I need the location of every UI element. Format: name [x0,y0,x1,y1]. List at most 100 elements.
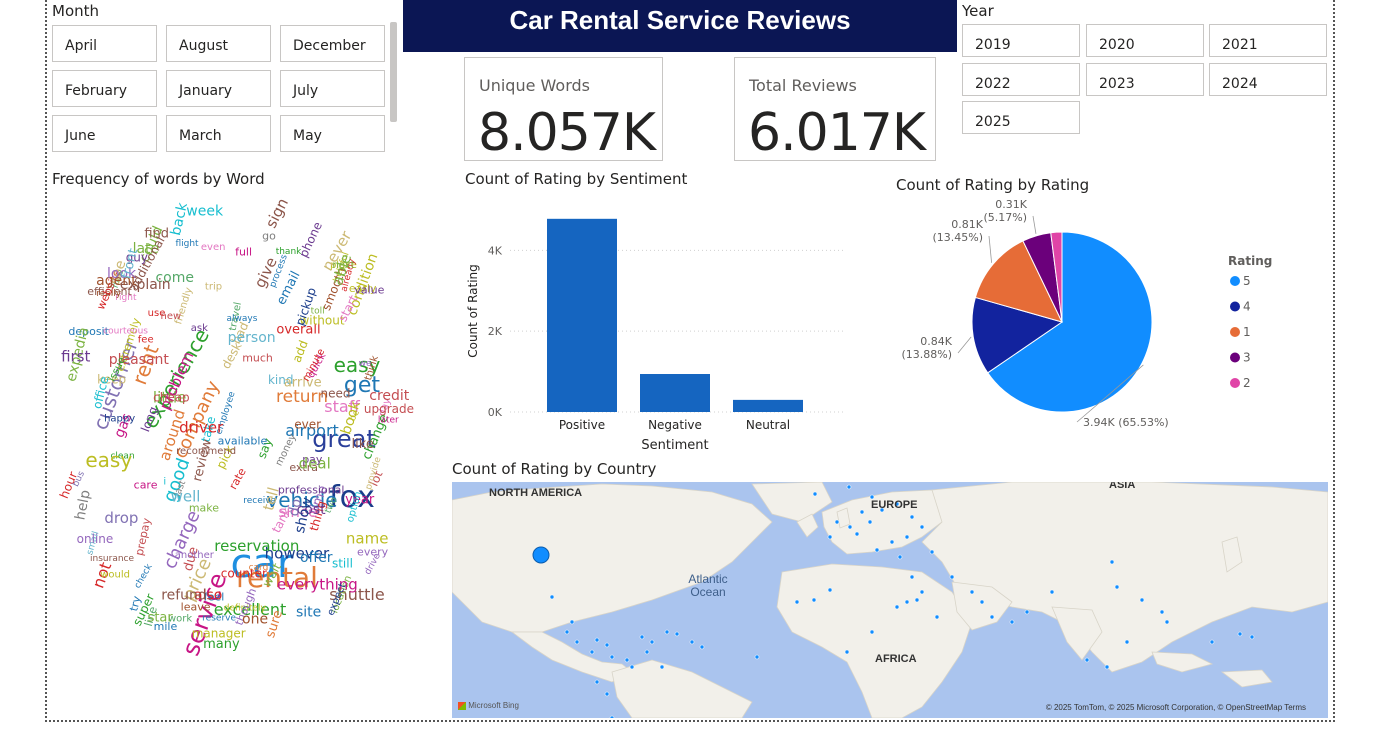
word-cloud-title: Frequency of words by Word [52,170,265,188]
pie-data-label: 0.81K (13.45%) [932,218,983,244]
month-option-january[interactable]: January [166,70,271,107]
map-country-dot [659,664,665,670]
map-country-dot [564,629,570,635]
map-country-dot [1024,609,1030,615]
word-offer: offer [300,550,333,566]
word-thank: thank [276,247,302,257]
rating-pie-title: Count of Rating by Rating [896,176,1090,194]
map-country-dot [897,554,903,560]
y-axis-label: Count of Rating [466,264,480,358]
map-country-dot [827,534,833,540]
map-label-africa: AFRICA [875,653,917,665]
bar-positive [547,218,617,412]
map-country-dot [624,657,630,663]
word-go: go [262,230,276,243]
map-country-dot [594,679,600,685]
unique-words-value: 8.057K [478,103,656,163]
microsoft-logo-icon [458,701,466,710]
year-option-2019[interactable]: 2019 [962,24,1080,57]
map-country-dot [909,574,915,580]
word-full: full [235,246,252,259]
word-like: like [352,437,374,452]
report-title: Car Rental Service Reviews [403,0,957,52]
legend-marker-4 [1230,301,1240,312]
word-check: check [133,562,155,591]
month-option-august[interactable]: August [166,25,271,62]
word-reserve: reserve [202,613,236,623]
month-option-march[interactable]: March [166,115,271,152]
map-country-dot [919,524,925,530]
map-attribution[interactable]: © 2025 TomTom, © 2025 Microsoft Corporat… [1046,703,1306,712]
year-option-2023[interactable]: 2023 [1086,63,1204,96]
map-country-dot [846,484,852,490]
map-country-dot [664,629,670,635]
total-reviews-label: Total Reviews [749,76,857,95]
month-option-june[interactable]: June [52,115,157,152]
word-mile: mile [154,620,178,633]
pie-leader-line [1032,215,1037,234]
map-country-dot [989,614,995,620]
word-drop: drop [104,509,138,527]
word-courteous: courteous [103,326,148,336]
map-country-dot [1164,619,1170,625]
word-deal: deal [299,454,331,472]
word-next: next [332,260,354,271]
year-option-2021[interactable]: 2021 [1209,24,1327,57]
word-cloud: carrentalfoxservicegreatgeteasyrentcusto… [57,195,414,659]
map-country-dot [1139,597,1145,603]
map-country-dot [649,639,655,645]
map-country-dot [1249,634,1255,640]
word-cheap: cheap [153,390,190,404]
month-option-april[interactable]: April [52,25,157,62]
month-slicer-scrollbar[interactable] [390,22,397,122]
map-country-dot [869,629,875,635]
year-option-2020[interactable]: 2020 [1086,24,1204,57]
total-reviews-card: Total Reviews 6.017K [734,57,936,163]
map-country-dot [1049,589,1055,595]
map-country-dot [754,654,760,660]
word-card: card [249,563,269,573]
month-option-december[interactable]: December [280,25,385,62]
legend-marker-5 [1230,276,1240,286]
pie-leader-line [988,235,992,263]
bar-neutral [733,399,803,412]
word-always: always [227,314,258,324]
map-country-dot [889,539,895,545]
map-country-dot [854,531,860,537]
map-country-dot [699,644,705,650]
word-driver: driver [179,419,224,437]
month-option-july[interactable]: July [280,70,385,107]
year-option-2025[interactable]: 2025 [962,101,1080,134]
map-country-dot [639,634,645,640]
month-option-february[interactable]: February [52,70,157,107]
map-country-dot [979,599,985,605]
word-flight: flight [175,239,199,249]
year-option-2024[interactable]: 2024 [1209,63,1327,96]
word-refund: refund [161,587,207,603]
rating-pie-chart: 3.94K (65.53%) 0.84K (13.88%) 0.81K (13.45%)… [901,198,1272,429]
map-country-dot [844,649,850,655]
word-professional: professional [278,484,345,497]
legend-marker-2 [1230,378,1240,388]
year-slicer-title: Year [962,2,994,20]
sentiment-chart-title: Count of Rating by Sentiment [465,170,688,188]
map-country-dot [604,691,610,697]
word-ask: ask [191,323,208,334]
map-country-dot [914,597,920,603]
map-country-dot [1104,664,1110,670]
word-insurance: insurance [90,554,134,564]
word-well: well [171,488,201,506]
map-country-dot [589,649,595,655]
country-map[interactable]: NORTH AMERICA EUROPE ASIA AFRICA Atlanti… [452,482,1328,718]
year-option-2022[interactable]: 2022 [962,63,1080,96]
map-country-dot [689,639,695,645]
month-option-may[interactable]: May [280,115,385,152]
map-country-dot [549,594,555,600]
map-country-dot [847,524,853,530]
pie-data-label: 0.31K (5.17%) [983,198,1027,224]
word-much: much [242,352,273,365]
map-country-dot [1124,639,1130,645]
word-ever: ever [294,417,321,431]
legend-item-5: 5 [1243,274,1251,288]
map-country-dot [894,604,900,610]
